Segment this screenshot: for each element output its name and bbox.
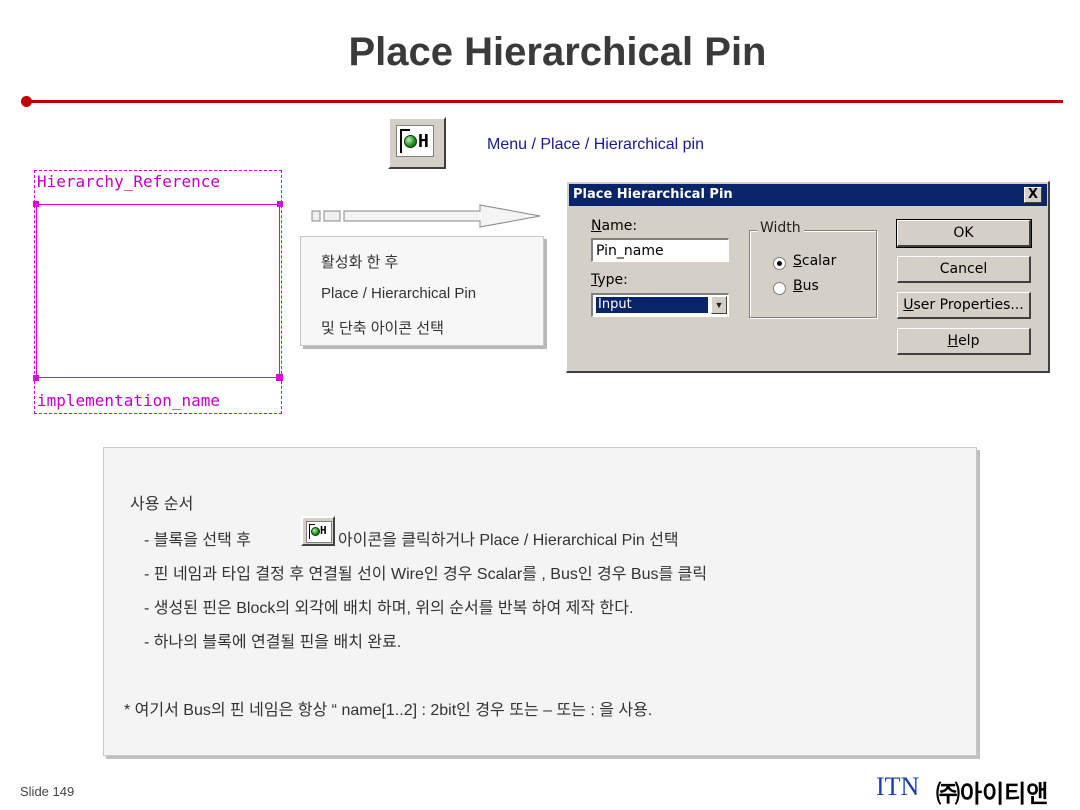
- usage-step: - 블록을 선택 후: [144, 532, 251, 549]
- instruction-line: Place / Hierarchical Pin: [321, 285, 477, 302]
- width-group-label: Width: [757, 220, 804, 236]
- pin-name-input[interactable]: [591, 238, 729, 262]
- chevron-down-icon[interactable]: ▼: [711, 296, 727, 314]
- usage-step: - 생성된 핀은 Block의 외각에 배치 하며, 위의 순서를 반복 하여 …: [144, 600, 634, 617]
- instruction-line: 및 단축 아이콘 선택: [321, 320, 444, 337]
- pin-type-select[interactable]: Input ▼: [591, 293, 729, 317]
- bus-radio-label[interactable]: Bus: [793, 278, 819, 294]
- scalar-radio[interactable]: [773, 257, 786, 270]
- block-corner-handle: [33, 201, 39, 207]
- block-corner-handle: [33, 375, 39, 381]
- cancel-button[interactable]: Cancel: [897, 256, 1031, 283]
- instruction-box: 활성화 한 후 Place / Hierarchical Pin 및 단축 아이…: [300, 236, 544, 346]
- pin-type-selected-value: Input: [596, 297, 708, 313]
- place-hierarchical-pin-dialog: Place Hierarchical Pin X Name: Type: Inp…: [566, 181, 1050, 373]
- hierarchical-pin-toolbar-button[interactable]: H: [388, 117, 446, 169]
- page-title: Place Hierarchical Pin: [348, 30, 767, 74]
- type-label: Type:: [591, 272, 628, 288]
- hierarchy-reference-label: Hierarchy_Reference: [37, 172, 221, 191]
- help-button[interactable]: Help: [897, 328, 1031, 355]
- instruction-line: 활성화 한 후: [321, 254, 399, 271]
- arrow-right-icon: [311, 204, 541, 228]
- usage-step: - 하나의 블록에 연결될 핀을 배치 완료.: [144, 634, 402, 651]
- width-group: [749, 230, 877, 318]
- user-properties-button[interactable]: User Properties...: [897, 292, 1031, 319]
- company-name: ㈜아이티앤: [936, 780, 1049, 808]
- hierarchical-pin-icon: H: [396, 125, 434, 157]
- usage-note: * 여기서 Bus의 핀 네임은 항상 “ name[1..2] : 2bit인…: [124, 702, 653, 719]
- block-corner-handle: [276, 374, 283, 381]
- company-logo: ITN: [876, 772, 920, 801]
- slide-number: Slide 149: [20, 784, 75, 799]
- usage-step: - 핀 네임과 타입 결정 후 연결될 선이 Wire인 경우 Scalar를 …: [144, 566, 708, 583]
- block-corner-handle: [277, 201, 283, 207]
- hierarchy-block[interactable]: [36, 204, 280, 378]
- title-divider: [26, 100, 1063, 103]
- hierarchical-pin-icon: H: [301, 516, 335, 546]
- ok-button[interactable]: OK: [896, 219, 1032, 248]
- usage-steps-box: 사용 순서 - 블록을 선택 후 H 아이콘을 클릭하거나 Place / Hi…: [103, 447, 977, 756]
- title-divider-dot: [21, 96, 32, 107]
- name-label: Name:: [591, 218, 638, 234]
- scalar-radio-label[interactable]: Scalar: [793, 253, 836, 269]
- dialog-title: Place Hierarchical Pin: [573, 187, 733, 202]
- close-button[interactable]: X: [1024, 187, 1042, 203]
- bus-radio[interactable]: [773, 282, 786, 295]
- dialog-title-bar[interactable]: Place Hierarchical Pin X: [569, 184, 1047, 206]
- implementation-name-label: implementation_name: [37, 391, 221, 410]
- menu-path-caption: Menu / Place / Hierarchical pin: [487, 136, 704, 153]
- usage-step: 아이콘을 클릭하거나 Place / Hierarchical Pin 선택: [338, 532, 679, 549]
- usage-heading: 사용 순서: [130, 496, 194, 513]
